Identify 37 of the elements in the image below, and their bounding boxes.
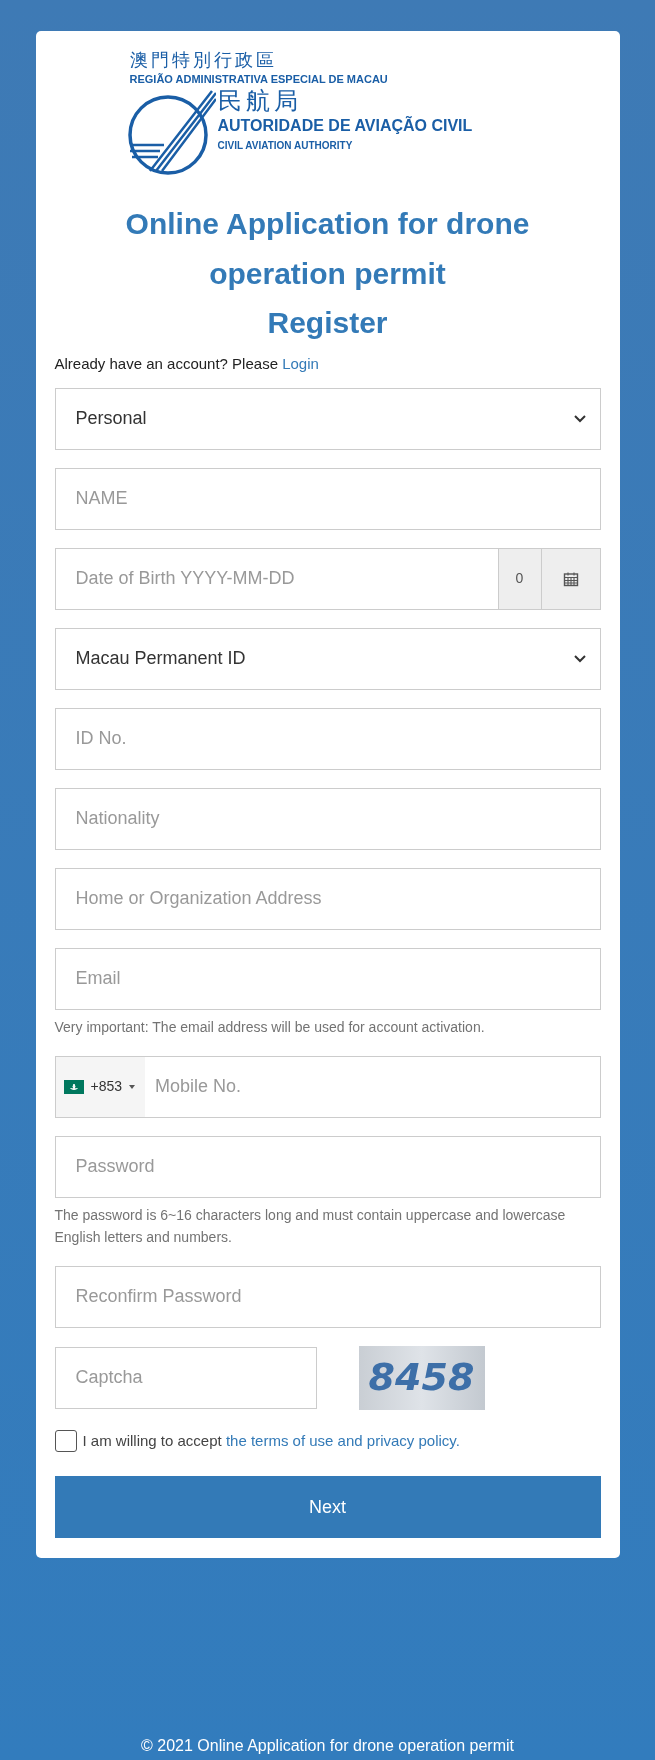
text-field[interactable]: Reconfirm Password xyxy=(54,1265,601,1328)
field-note: The password is 6~16 characters long and must contain uppercase and lowercase English letters and numbers. xyxy=(54,1205,567,1247)
logo-text: CIVIL AVIATION AUTHORITY xyxy=(217,139,354,153)
login-link[interactable]: Login xyxy=(282,355,319,372)
page-title: Online Application for drone operation permit xyxy=(124,206,531,292)
footer-text: © 2021 Online Application for drone operation permit xyxy=(141,1736,514,1756)
terms-label: I am willing to accept the terms of use and privacy policy. xyxy=(82,1430,460,1451)
phone-field[interactable]: +853 Mobile No. xyxy=(54,1055,601,1118)
login-prompt: Already have an account? Please Login xyxy=(54,354,320,374)
logo-text: 澳門特別行政區 xyxy=(129,49,278,71)
terms-checkbox[interactable] xyxy=(54,1429,77,1452)
text-field[interactable]: Email xyxy=(54,947,601,1010)
text-field[interactable]: NAME xyxy=(54,467,601,530)
captcha-image: 8458 xyxy=(358,1345,485,1410)
text-field[interactable]: ID No. xyxy=(54,707,601,770)
captcha-field[interactable]: Captcha xyxy=(54,1346,317,1409)
next-button[interactable]: Next xyxy=(54,1476,601,1538)
caret-down-icon xyxy=(129,1084,136,1089)
calendar-icon xyxy=(562,570,579,587)
text-field[interactable]: Password xyxy=(54,1135,601,1198)
date-field[interactable]: Date of Birth YYYY-MM-DD xyxy=(54,547,499,610)
select-field[interactable]: Macau Permanent ID xyxy=(54,627,601,690)
chevron-down-icon xyxy=(573,414,586,423)
terms-link[interactable]: the terms of use and privacy policy. xyxy=(225,1431,460,1449)
logo-text: AUTORIDADE DE AVIAÇÃO CIVIL xyxy=(217,115,473,136)
country-code-button[interactable]: +853 xyxy=(55,1056,146,1117)
flag-icon xyxy=(63,1079,84,1094)
date-addon: 0 xyxy=(498,547,541,610)
field-note: Very important: The email address will be used for account activation. xyxy=(54,1017,486,1037)
calendar-button[interactable] xyxy=(540,547,601,610)
chevron-down-icon xyxy=(573,654,586,663)
text-field[interactable]: Home or Organization Address xyxy=(54,867,601,930)
select-field[interactable]: Personal xyxy=(54,387,601,450)
logo-text: REGIÃO ADMINISTRATIVA ESPECIAL DE MACAU xyxy=(129,72,389,87)
text-field[interactable]: Nationality xyxy=(54,787,601,850)
page-subtitle: Register xyxy=(266,305,389,341)
logo-text: 民航局 xyxy=(217,87,303,115)
